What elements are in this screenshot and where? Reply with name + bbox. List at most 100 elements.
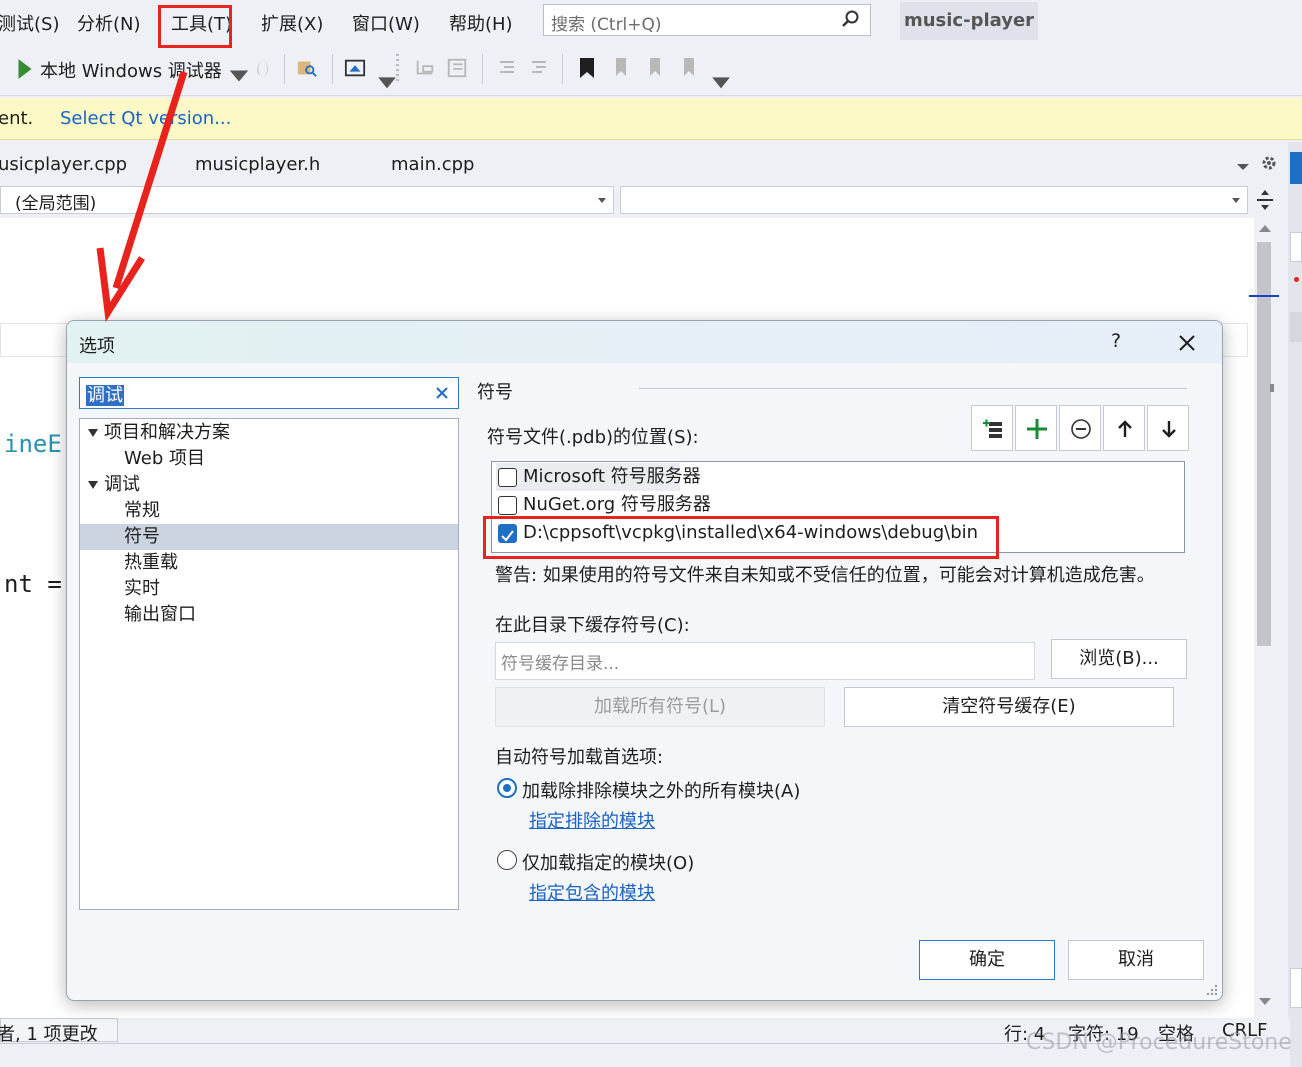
add-server-button[interactable] [971,405,1013,451]
tree-item-output-window[interactable]: 输出窗口 [80,602,458,628]
move-up-icon [1118,420,1132,437]
chevron-down-icon[interactable] [710,72,732,96]
hot-reload-icon[interactable] [252,56,274,80]
tree-item-general[interactable]: 常规 [80,498,458,524]
chevron-down-icon [1232,198,1240,203]
autoload-preferences-label: 自动符号加载首选项: [495,747,664,768]
tree-item-label: Web 项目 [124,448,205,469]
find-in-files-icon[interactable] [296,56,318,80]
tree-item-projects-solutions[interactable]: 项目和解决方案 [80,420,458,446]
comment-icon[interactable] [496,56,518,80]
select-qt-version-link[interactable]: Select Qt version... [60,108,231,129]
cache-directory-placeholder: 符号缓存目录... [501,654,620,674]
tree-item-debugging[interactable]: 调试 [80,472,458,498]
chevron-down-icon[interactable] [228,64,250,88]
tree-item-just-in-time[interactable]: 实时 [80,576,458,602]
tree-item-web-projects[interactable]: Web 项目 [80,446,458,472]
bookmark-icon[interactable] [576,56,598,80]
radio-load-specified[interactable] [497,850,517,870]
clear-symbol-cache-button[interactable]: 清空符号缓存(E) [844,687,1174,727]
symbol-locations-label: 符号文件(.pdb)的位置(S): [487,427,699,448]
document-tabs: usicplayer.cpp musicplayer.h main.cpp [0,142,1290,182]
step-icon[interactable] [414,56,436,80]
tree-item-symbols[interactable]: 符号 [80,524,458,550]
checkbox[interactable] [498,496,517,515]
scope-dropdown[interactable]: (全局范围) [0,186,614,214]
step-out-icon[interactable] [446,56,468,80]
tab-musicplayer-cpp[interactable]: usicplayer.cpp [0,154,127,175]
menu-extensions[interactable]: 扩展(X) [261,10,323,36]
options-search-input[interactable]: 调试 [79,377,459,409]
debugger-label[interactable]: 本地 Windows 调试器 [40,57,222,83]
help-button[interactable]: ? [1111,330,1121,352]
gear-icon[interactable] [1260,154,1278,172]
pane-title-divider [639,388,1187,389]
ok-button[interactable]: 确定 [919,940,1055,980]
tab-main-cpp[interactable]: main.cpp [391,154,474,175]
menu-test[interactable]: 测试(S) [0,10,59,36]
specify-excluded-modules-link[interactable]: 指定排除的模块 [529,807,655,833]
load-all-symbols-button[interactable]: 加载所有符号(L) [495,687,825,727]
clear-search-icon[interactable] [434,385,450,401]
search-placeholder: 搜索 (Ctrl+Q) [551,15,662,35]
radio-load-all-label[interactable]: 加载除排除模块之外的所有模块(A) [522,777,800,803]
window-layout-icon[interactable] [344,56,366,80]
uncomment-icon[interactable] [528,56,550,80]
code-line: ineE [4,430,62,458]
side-panel-strip [1288,142,1302,1067]
tree-item-label: 实时 [124,578,160,599]
side-panel-tab[interactable] [1290,312,1302,342]
menu-window[interactable]: 窗口(W) [352,10,420,36]
next-bookmark-icon[interactable] [644,56,666,80]
chevron-down-icon[interactable] [376,72,398,96]
symbol-location-label: NuGet.org 符号服务器 [523,494,711,515]
expanded-arrow-icon[interactable] [88,429,98,437]
scroll-down-icon[interactable] [1258,996,1272,1006]
add-location-button[interactable] [1015,405,1057,451]
vertical-scrollbar[interactable] [1254,218,1276,1018]
side-panel-tab[interactable] [1290,232,1302,262]
tab-musicplayer-h[interactable]: musicplayer.h [195,154,320,175]
search-input[interactable]: 搜索 (Ctrl+Q) [543,4,871,36]
radio-load-all-selected[interactable] [497,778,517,798]
scope-value: (全局范围) [15,194,97,214]
scrollbar-thumb[interactable] [1257,242,1271,646]
move-down-button[interactable] [1147,405,1189,451]
toolbar-grip [396,54,399,84]
expanded-arrow-icon[interactable] [88,481,98,489]
side-panel-tab[interactable] [1290,968,1302,1008]
symbol-location-microsoft[interactable]: Microsoft 符号服务器 [496,463,701,491]
remove-location-button[interactable] [1059,405,1101,451]
add-server-icon [983,419,1002,438]
navigation-bar: (全局范围) [0,184,1290,216]
cancel-button[interactable]: 取消 [1068,940,1204,980]
specify-included-modules-link[interactable]: 指定包含的模块 [529,879,655,905]
cache-directory-input[interactable]: 符号缓存目录... [495,642,1035,680]
split-window-icon[interactable] [1256,189,1274,211]
tree-item-label: 输出窗口 [124,604,196,625]
remove-icon [1071,419,1091,439]
tab-list-icon[interactable] [1236,162,1250,172]
prev-bookmark-icon[interactable] [610,56,632,80]
scroll-up-icon[interactable] [1258,224,1272,234]
checkbox[interactable] [498,468,517,487]
side-panel-tab[interactable] [1290,152,1302,184]
dialog-titlebar[interactable]: 选项 ? [67,321,1222,363]
member-dropdown[interactable] [620,186,1248,214]
menu-analyze[interactable]: 分析(N) [77,10,141,36]
toolbar-separator [284,54,285,84]
clear-bookmarks-icon[interactable] [678,56,700,80]
info-bar: ent. Select Qt version... [0,98,1302,140]
tree-item-hot-reload[interactable]: 热重载 [80,550,458,576]
radio-load-specified-label[interactable]: 仅加载指定的模块(O) [522,849,694,875]
tree-item-label: 符号 [124,526,160,547]
toolbar-separator [562,54,563,84]
start-debug-icon[interactable] [14,57,36,81]
browse-button[interactable]: 浏览(B)... [1051,639,1187,679]
tree-item-label: 调试 [104,474,140,495]
move-up-button[interactable] [1103,405,1145,451]
menu-help[interactable]: 帮助(H) [449,10,513,36]
pending-changes[interactable]: 者, 1 项更改 [0,1018,118,1045]
resize-grip-icon[interactable] [1206,984,1218,996]
close-icon[interactable] [1175,331,1199,355]
